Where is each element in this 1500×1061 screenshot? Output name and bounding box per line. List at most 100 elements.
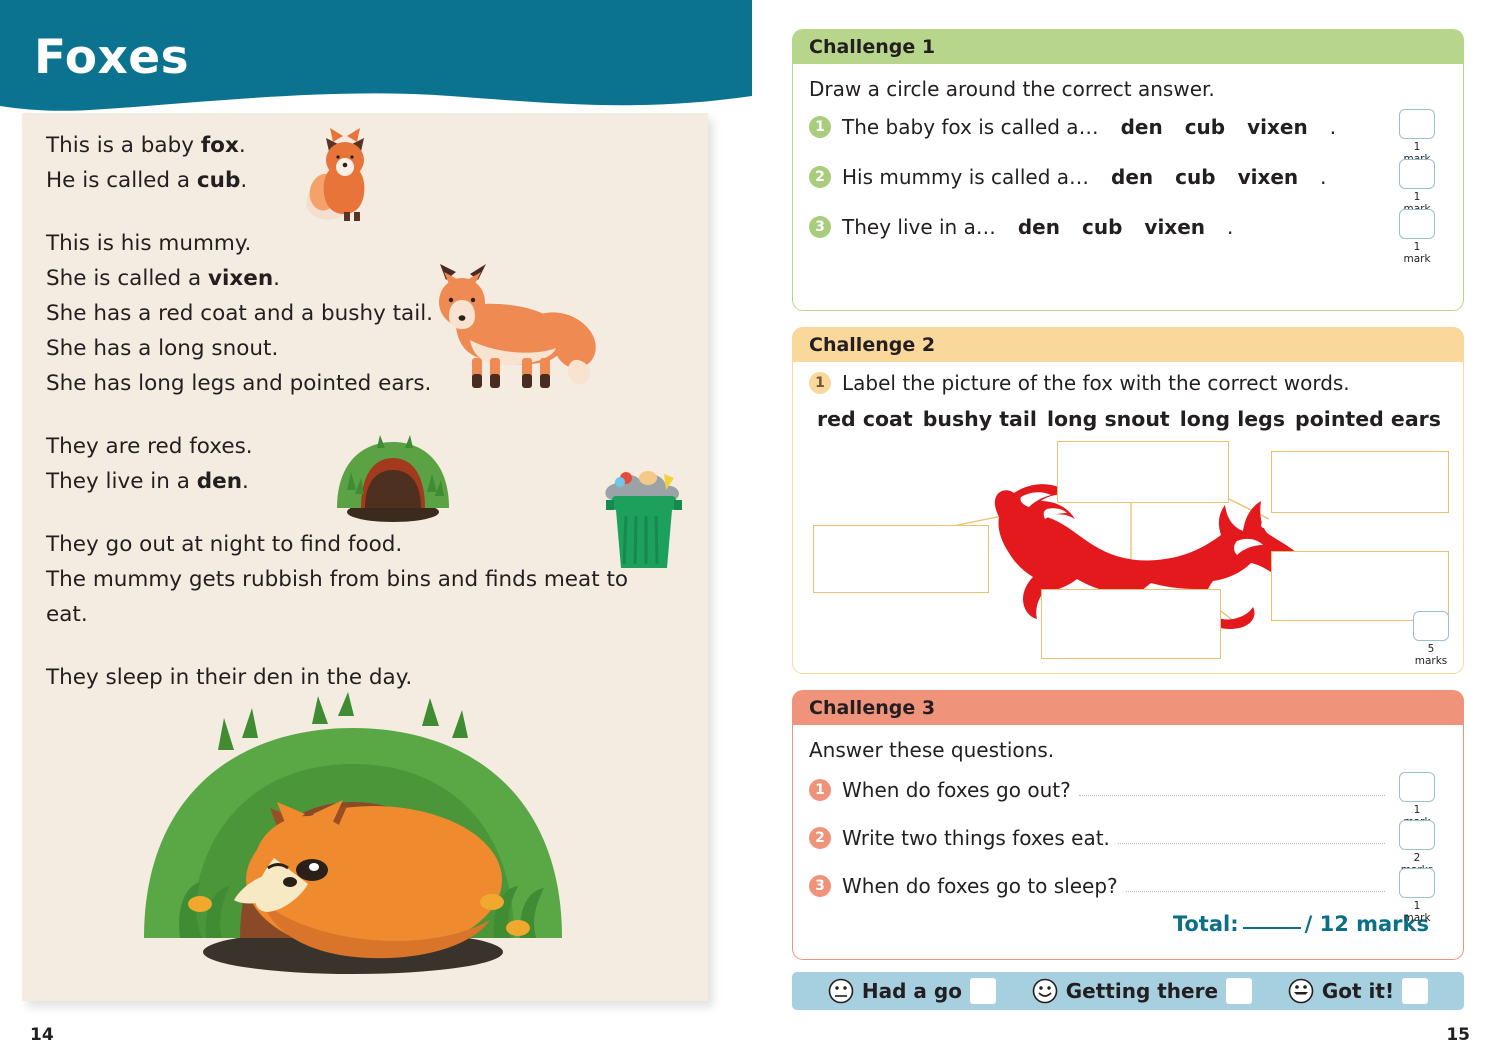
label-box-1[interactable] xyxy=(813,525,989,593)
answer-option[interactable]: den xyxy=(1111,165,1153,189)
answer-write-line[interactable] xyxy=(1125,875,1385,892)
self-assessment-bar: Had a go Getting there Got it! xyxy=(792,972,1464,1010)
fox-den-illustration xyxy=(327,428,459,524)
passage-paragraph: They go out at night to find food. The mu… xyxy=(46,532,629,627)
challenge-1-question-row: 1 The baby fox is called a… den cub vixen. 1 … xyxy=(809,109,1449,165)
answer-write-line[interactable] xyxy=(1078,779,1385,796)
answer-write-line[interactable] xyxy=(1117,827,1385,844)
question-number: 2 xyxy=(809,827,831,849)
answer-options: den cub vixen. xyxy=(1121,115,1337,139)
worksheet-spread: Foxes This is a baby fox. He is called a … xyxy=(0,0,1500,1061)
self-assessment-checkbox[interactable] xyxy=(1226,978,1253,1004)
sentence-period: . xyxy=(1227,215,1234,239)
challenge-1-questions: 1 The baby fox is called a… den cub vixen. 1 … xyxy=(809,109,1449,265)
answer-option[interactable]: cub xyxy=(1175,165,1215,189)
left-page: Foxes This is a baby fox. He is called a … xyxy=(0,0,760,1061)
page-number-right: 15 xyxy=(1446,1025,1470,1045)
question-number: 3 xyxy=(809,216,831,238)
answer-options: den cub vixen. xyxy=(1111,165,1327,189)
challenge-2-mark-box: 5 marks xyxy=(1413,611,1449,667)
challenge-2-heading: Challenge 2 xyxy=(793,328,1463,362)
sentence-period: . xyxy=(1329,115,1337,139)
self-assessment-label: Had a go xyxy=(861,979,962,1003)
challenge-3-heading: Challenge 3 xyxy=(793,691,1463,725)
word-bank-item[interactable]: bushy tail xyxy=(923,407,1037,431)
page-number-left: 14 xyxy=(30,1025,54,1045)
mark-box: 1 mark xyxy=(1399,209,1435,265)
word-bank-item[interactable]: long legs xyxy=(1180,407,1285,431)
word-bank-item[interactable]: pointed ears xyxy=(1295,407,1441,431)
answer-option[interactable]: vixen xyxy=(1144,215,1205,239)
challenge-1-heading: Challenge 1 xyxy=(793,30,1463,64)
mark-label: 5 marks xyxy=(1414,643,1448,667)
question-number: 1 xyxy=(809,779,831,801)
label-box-2[interactable] xyxy=(1057,441,1229,503)
question-text: The baby fox is called a… xyxy=(842,115,1099,139)
mark-input-box[interactable] xyxy=(1399,209,1435,239)
challenge-1-instruction: Draw a circle around the correct answer. xyxy=(809,77,1215,101)
rubbish-bin-illustration xyxy=(590,466,698,578)
smiley-face-icon xyxy=(1032,978,1058,1004)
challenge-2-panel: Challenge 2 1 Label the picture of the f… xyxy=(792,327,1464,674)
page-title: Foxes xyxy=(34,30,190,85)
answer-options: den cub vixen. xyxy=(1018,215,1234,239)
self-assessment-checkbox[interactable] xyxy=(969,978,996,1004)
challenge-1-panel: Challenge 1 Draw a circle around the cor… xyxy=(792,29,1464,311)
sitting-fox-cub-illustration xyxy=(300,122,390,222)
challenge-3-panel: Challenge 3 Answer these questions. 1 Whe… xyxy=(792,690,1464,960)
question-number: 2 xyxy=(809,166,831,188)
mark-input-box[interactable] xyxy=(1399,772,1435,802)
total-marks-row: Total:/ 12 marks xyxy=(809,912,1449,936)
challenge-2-word-bank: red coat bushy tail long snout long legs poi… xyxy=(817,407,1449,431)
right-page: Challenge 1 Draw a circle around the cor… xyxy=(760,0,1500,1061)
answer-option[interactable]: cub xyxy=(1185,115,1225,139)
challenge-3-questions: 1 When do foxes go out? 1 mark 2 Write two t… xyxy=(809,772,1449,924)
challenge-3-instruction: Answer these questions. xyxy=(809,738,1055,762)
challenge-2-question-row: 1 Label the picture of the fox with the … xyxy=(809,371,1449,395)
total-score-blank[interactable] xyxy=(1242,927,1301,929)
standing-vixen-fox-illustration xyxy=(418,262,606,394)
word-bank-item[interactable]: red coat xyxy=(817,407,913,431)
mark-input-box[interactable] xyxy=(1413,611,1449,641)
mark-input-box[interactable] xyxy=(1399,868,1435,898)
mark-input-box[interactable] xyxy=(1399,820,1435,850)
self-assessment-item[interactable]: Had a go xyxy=(828,978,996,1004)
question-number: 3 xyxy=(809,875,831,897)
mark-box: 1 mark xyxy=(1399,109,1435,165)
challenge-3-question-row: 2Write two things foxes eat.2 marks xyxy=(809,820,1449,876)
question-text: When do foxes go to sleep? xyxy=(842,874,1118,898)
challenge-3-question-row: 1When do foxes go out?1 mark xyxy=(809,772,1449,828)
answer-option[interactable]: vixen xyxy=(1238,165,1299,189)
question-text: His mummy is called a… xyxy=(842,165,1090,189)
answer-option[interactable]: den xyxy=(1121,115,1163,139)
self-assessment-item[interactable]: Getting there xyxy=(1032,978,1253,1004)
challenge-2-fox-label-diagram xyxy=(809,437,1453,663)
label-box-5[interactable] xyxy=(1041,589,1221,659)
challenge-1-question-row: 3 They live in a… den cub vixen. 1 mark xyxy=(809,209,1449,265)
grinning-face-icon xyxy=(1288,978,1314,1004)
word-bank-item[interactable]: long snout xyxy=(1047,407,1170,431)
challenge-1-question-row: 2 His mummy is called a… dencub vixen. 1 mar… xyxy=(809,159,1449,215)
answer-option[interactable]: den xyxy=(1018,215,1060,239)
label-box-3[interactable] xyxy=(1271,451,1449,513)
mark-label: 1 mark xyxy=(1403,241,1431,265)
self-assessment-label: Got it! xyxy=(1321,979,1395,1003)
mark-label: 1 mark xyxy=(1403,900,1431,924)
mark-input-box[interactable] xyxy=(1399,109,1435,139)
self-assessment-label: Getting there xyxy=(1065,979,1219,1003)
mark-box: 1 mark xyxy=(1399,868,1435,924)
self-assessment-item[interactable]: Got it! xyxy=(1288,978,1429,1004)
question-text: When do foxes go out? xyxy=(842,778,1071,802)
question-number: 1 xyxy=(809,116,831,138)
mark-input-box[interactable] xyxy=(1399,159,1435,189)
question-text: Write two things foxes eat. xyxy=(842,826,1110,850)
self-assessment-checkbox[interactable] xyxy=(1402,978,1429,1004)
answer-option[interactable]: cub xyxy=(1082,215,1122,239)
challenge-2-instruction: Label the picture of the fox with the co… xyxy=(842,371,1350,395)
answer-option[interactable]: vixen xyxy=(1247,115,1308,139)
sentence-period: . xyxy=(1320,165,1327,189)
total-label: Total: xyxy=(1172,912,1239,936)
challenge-3-question-row: 3 When do foxes go to sleep? 1 mark xyxy=(809,868,1449,924)
neutral-face-icon xyxy=(828,978,854,1004)
question-text: They live in a… xyxy=(842,215,996,239)
